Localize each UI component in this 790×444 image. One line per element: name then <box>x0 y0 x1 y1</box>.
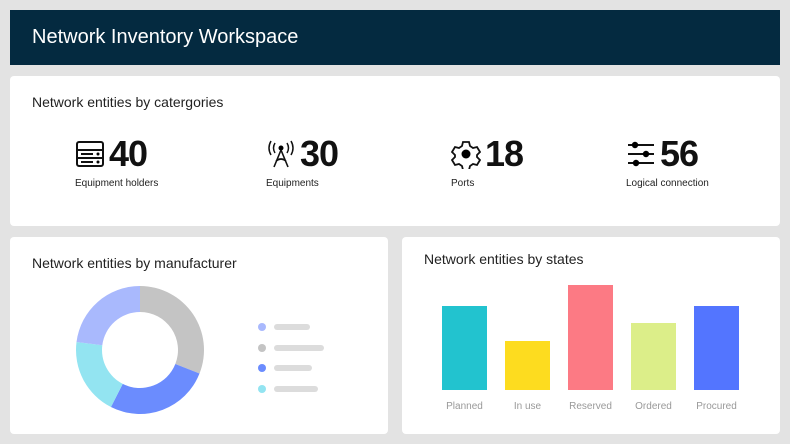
stat-equipments[interactable]: 30 Equipments <box>266 133 339 190</box>
bar-ordered[interactable] <box>631 323 676 390</box>
card-title: Network entities by catergories <box>32 94 224 110</box>
stat-ports[interactable]: 18 Ports <box>451 133 524 189</box>
x-tick-label: Procured <box>696 401 737 412</box>
legend-label-placeholder <box>274 324 310 331</box>
bar-chart: Planned In use Reserved Ordered Procured <box>402 237 780 434</box>
stat-label: Ports <box>451 178 475 189</box>
legend-label-placeholder <box>274 344 324 351</box>
legend-item <box>258 379 324 400</box>
legend-label-placeholder <box>274 365 312 372</box>
stat-value: 18 <box>485 133 524 174</box>
legend-item <box>258 338 324 359</box>
donut-slice <box>76 341 123 408</box>
x-tick-label: In use <box>513 401 542 412</box>
stat-label: Equipment holders <box>75 178 159 189</box>
legend-item <box>258 358 324 379</box>
bar-reserved[interactable] <box>568 285 613 390</box>
categories-card: Network entities by catergories 40 Equip… <box>10 76 780 226</box>
donut-slice <box>110 363 200 414</box>
stat-logical-connection[interactable]: 56 Logical connection <box>626 133 709 190</box>
chart-legend <box>258 317 324 399</box>
legend-swatch <box>258 364 266 373</box>
legend-label-placeholder <box>274 385 318 392</box>
x-tick-label: Reserved <box>569 401 612 412</box>
card-title: Network entities by manufacturer <box>32 255 237 271</box>
sliders-icon <box>628 141 654 167</box>
donut-chart <box>76 286 204 414</box>
bar-planned[interactable] <box>442 306 487 390</box>
stat-equipment-holders[interactable]: 40 Equipment holders <box>75 133 159 190</box>
donut-slice <box>76 286 140 346</box>
legend-swatch <box>258 323 266 332</box>
x-tick-label: Ordered <box>635 401 672 412</box>
bar-in-use[interactable] <box>505 341 550 390</box>
bar-procured[interactable] <box>694 306 739 390</box>
page-title: Network Inventory Workspace <box>32 26 299 48</box>
server-rack-icon <box>76 141 104 167</box>
gear-icon <box>451 141 481 169</box>
donut-slice <box>140 286 204 374</box>
stat-value: 40 <box>109 133 148 174</box>
app-header: Network Inventory Workspace <box>10 10 780 65</box>
legend-swatch <box>258 343 266 352</box>
legend-item <box>258 317 324 338</box>
manufacturer-card: Network entities by manufacturer <box>10 237 388 434</box>
stat-value: 30 <box>300 133 339 174</box>
stat-value: 56 <box>660 133 699 174</box>
legend-swatch <box>258 384 266 393</box>
antenna-icon <box>268 140 294 168</box>
states-card: Network entities by states Planned In use… <box>402 237 780 434</box>
stat-label: Logical connection <box>626 178 709 189</box>
stat-label: Equipments <box>266 178 319 189</box>
x-tick-label: Planned <box>446 401 483 412</box>
